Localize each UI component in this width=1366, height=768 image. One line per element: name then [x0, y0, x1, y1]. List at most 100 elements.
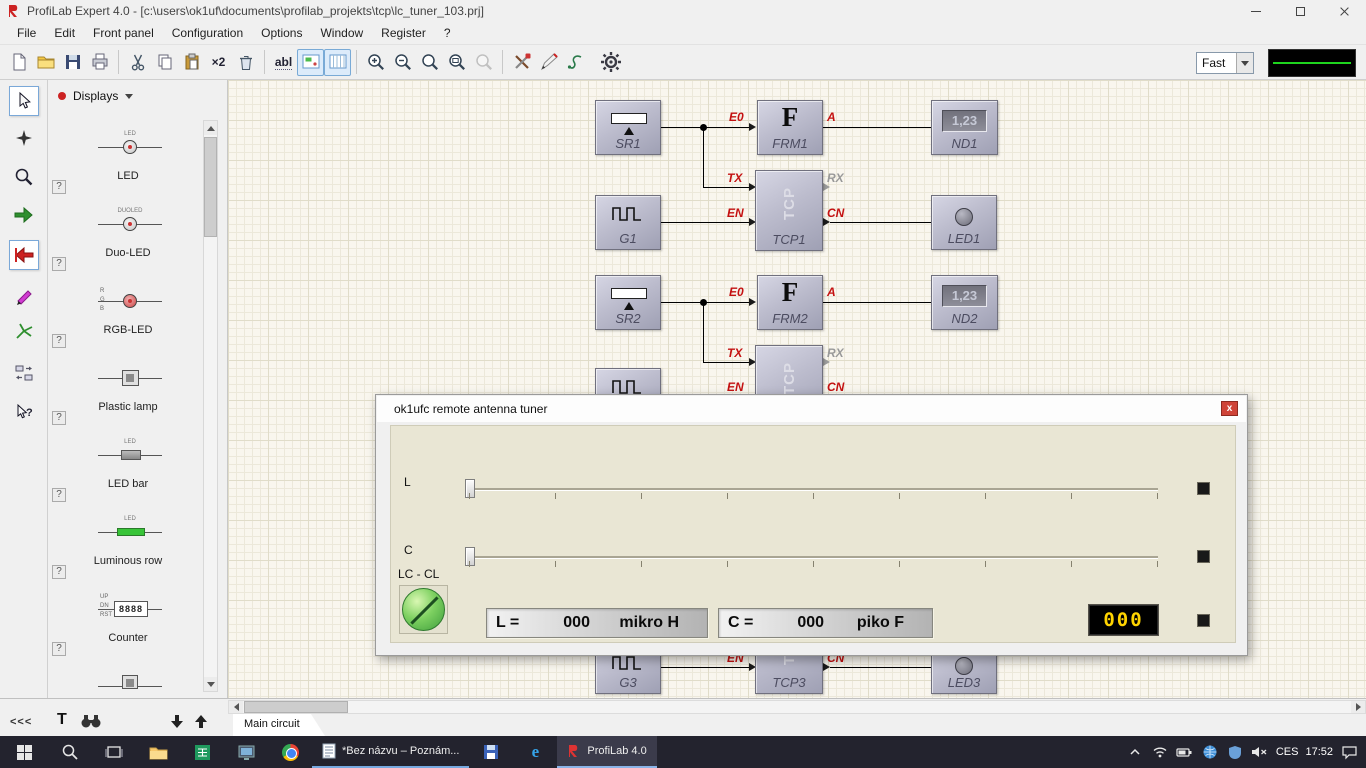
mode-knob-button[interactable] [399, 585, 448, 634]
component-frm2[interactable]: F FRM2 [757, 275, 823, 330]
zoom-selection-button[interactable] [470, 49, 497, 76]
duplicate-button[interactable]: ×2 [205, 49, 232, 76]
wire[interactable] [830, 667, 931, 668]
scrollbar-thumb[interactable] [204, 137, 217, 237]
branch-tool-button[interactable] [9, 316, 39, 346]
app-window-button[interactable] [224, 736, 268, 768]
move-tool-button[interactable] [9, 124, 39, 154]
start-button[interactable] [0, 736, 48, 768]
floppy-app-button[interactable] [469, 736, 513, 768]
component-led1[interactable]: LED1 [931, 195, 997, 250]
chrome-browser-button[interactable] [268, 736, 312, 768]
library-item-duo-led[interactable]: DUOLED Duo-LED ? [48, 199, 216, 276]
menu-help[interactable]: ? [435, 24, 460, 42]
tools-button[interactable] [508, 49, 535, 76]
menu-window[interactable]: Window [311, 24, 372, 42]
help-button[interactable]: ? [52, 180, 66, 194]
zoom-in-button[interactable] [362, 49, 389, 76]
new-file-button[interactable] [5, 49, 32, 76]
help-tool-button[interactable]: ? [9, 398, 39, 428]
wire[interactable] [703, 302, 704, 362]
pen-tool-button[interactable] [535, 49, 562, 76]
component-frm1[interactable]: F FRM1 [757, 100, 823, 155]
tab-main-circuit[interactable]: Main circuit [233, 714, 325, 736]
print-button[interactable] [86, 49, 113, 76]
menu-edit[interactable]: Edit [45, 24, 84, 42]
help-button[interactable]: ? [52, 257, 66, 271]
library-item-counter[interactable]: UPDNRST8888 Counter ? [48, 584, 216, 661]
wire[interactable] [823, 302, 931, 303]
task-view-button[interactable] [92, 736, 136, 768]
delete-button[interactable] [232, 49, 259, 76]
file-explorer-button[interactable] [136, 736, 180, 768]
security-tray-icon[interactable] [1226, 736, 1244, 768]
scroll-up-button[interactable] [204, 121, 217, 135]
zoom-tool-button[interactable] [9, 162, 39, 192]
component-nd2[interactable]: 1,23 ND2 [931, 275, 998, 330]
help-button[interactable]: ? [52, 642, 66, 656]
help-button[interactable]: ? [52, 334, 66, 348]
taskbar-profilab-window[interactable]: ProfiLab 4.0 [557, 736, 656, 768]
collapse-panel-button[interactable]: <<< [10, 716, 32, 728]
component-sr1[interactable]: SR1 [595, 100, 661, 155]
wire[interactable] [703, 187, 749, 188]
spreadsheet-app-button[interactable] [180, 736, 224, 768]
wire[interactable] [703, 362, 749, 363]
select-tool-button[interactable] [9, 86, 39, 116]
front-panel-title-bar[interactable]: ok1ufc remote antenna tuner [377, 396, 1246, 422]
copy-button[interactable] [151, 49, 178, 76]
find-button[interactable] [80, 713, 102, 732]
scroll-down-button[interactable] [204, 677, 217, 691]
hidden-icons-button[interactable] [1126, 736, 1144, 768]
wire[interactable] [830, 222, 931, 223]
library-item-plastic-lamp[interactable]: Plastic lamp ? [48, 353, 216, 430]
library-category-dropdown[interactable]: Displays [58, 89, 133, 103]
edge-browser-button[interactable]: e [513, 736, 557, 768]
marker-tool-button[interactable] [9, 282, 39, 312]
scroll-right-button[interactable] [1351, 701, 1365, 713]
wire[interactable] [660, 667, 749, 668]
simulation-speed-select[interactable]: Fast [1196, 52, 1254, 74]
taskbar-search-button[interactable] [48, 736, 92, 768]
open-file-button[interactable] [32, 49, 59, 76]
library-item-luminous-row[interactable]: LED Luminous row ? [48, 507, 216, 584]
menu-register[interactable]: Register [372, 24, 435, 42]
save-button[interactable] [59, 49, 86, 76]
label-tool-button[interactable]: abl [270, 49, 297, 76]
run-tool-button[interactable] [9, 200, 39, 230]
language-indicator[interactable]: CES [1276, 746, 1299, 758]
settings-button[interactable] [597, 49, 624, 76]
wire[interactable] [823, 127, 931, 128]
taskbar-notepad-window[interactable]: *Bez názvu – Poznám... [312, 736, 469, 768]
scroll-left-button[interactable] [229, 701, 243, 713]
cut-button[interactable] [124, 49, 151, 76]
move-up-button[interactable] [194, 714, 208, 732]
component-tcp1[interactable]: TCP TCP1 [755, 170, 823, 251]
minimize-button[interactable] [1234, 0, 1278, 22]
swap-tool-button[interactable] [9, 358, 39, 388]
network-tray-icon[interactable] [1201, 736, 1219, 768]
text-tool-button[interactable]: T [57, 711, 67, 729]
maximize-button[interactable] [1278, 0, 1322, 22]
component-g1[interactable]: G1 [595, 195, 661, 250]
zoom-100-button[interactable] [416, 49, 443, 76]
combo-dropdown-button[interactable] [1236, 53, 1253, 73]
library-item-led-bar[interactable]: LED LED bar ? [48, 430, 216, 507]
action-center-button[interactable] [1340, 736, 1358, 768]
library-item-rgb-led[interactable]: RGB RGB-LED ? [48, 276, 216, 353]
library-scrollbar[interactable] [203, 120, 218, 692]
close-button[interactable] [1322, 0, 1366, 22]
menu-options[interactable]: Options [252, 24, 311, 42]
battery-tray-icon[interactable] [1176, 736, 1194, 768]
title-bar[interactable]: ProfiLab Expert 4.0 - [c:\users\ok1uf\do… [0, 0, 1366, 22]
front-panel-toggle-button[interactable] [297, 49, 324, 76]
component-nd1[interactable]: 1,23 ND1 [931, 100, 998, 155]
scrollbar-thumb[interactable] [244, 701, 348, 713]
wire[interactable] [703, 127, 704, 187]
grid-toggle-button[interactable] [324, 49, 351, 76]
wifi-tray-icon[interactable] [1151, 736, 1169, 768]
library-item-led[interactable]: LED LED ? [48, 122, 216, 199]
menu-configuration[interactable]: Configuration [163, 24, 252, 42]
front-panel-close-button[interactable]: x [1221, 401, 1238, 416]
help-button[interactable]: ? [52, 411, 66, 425]
